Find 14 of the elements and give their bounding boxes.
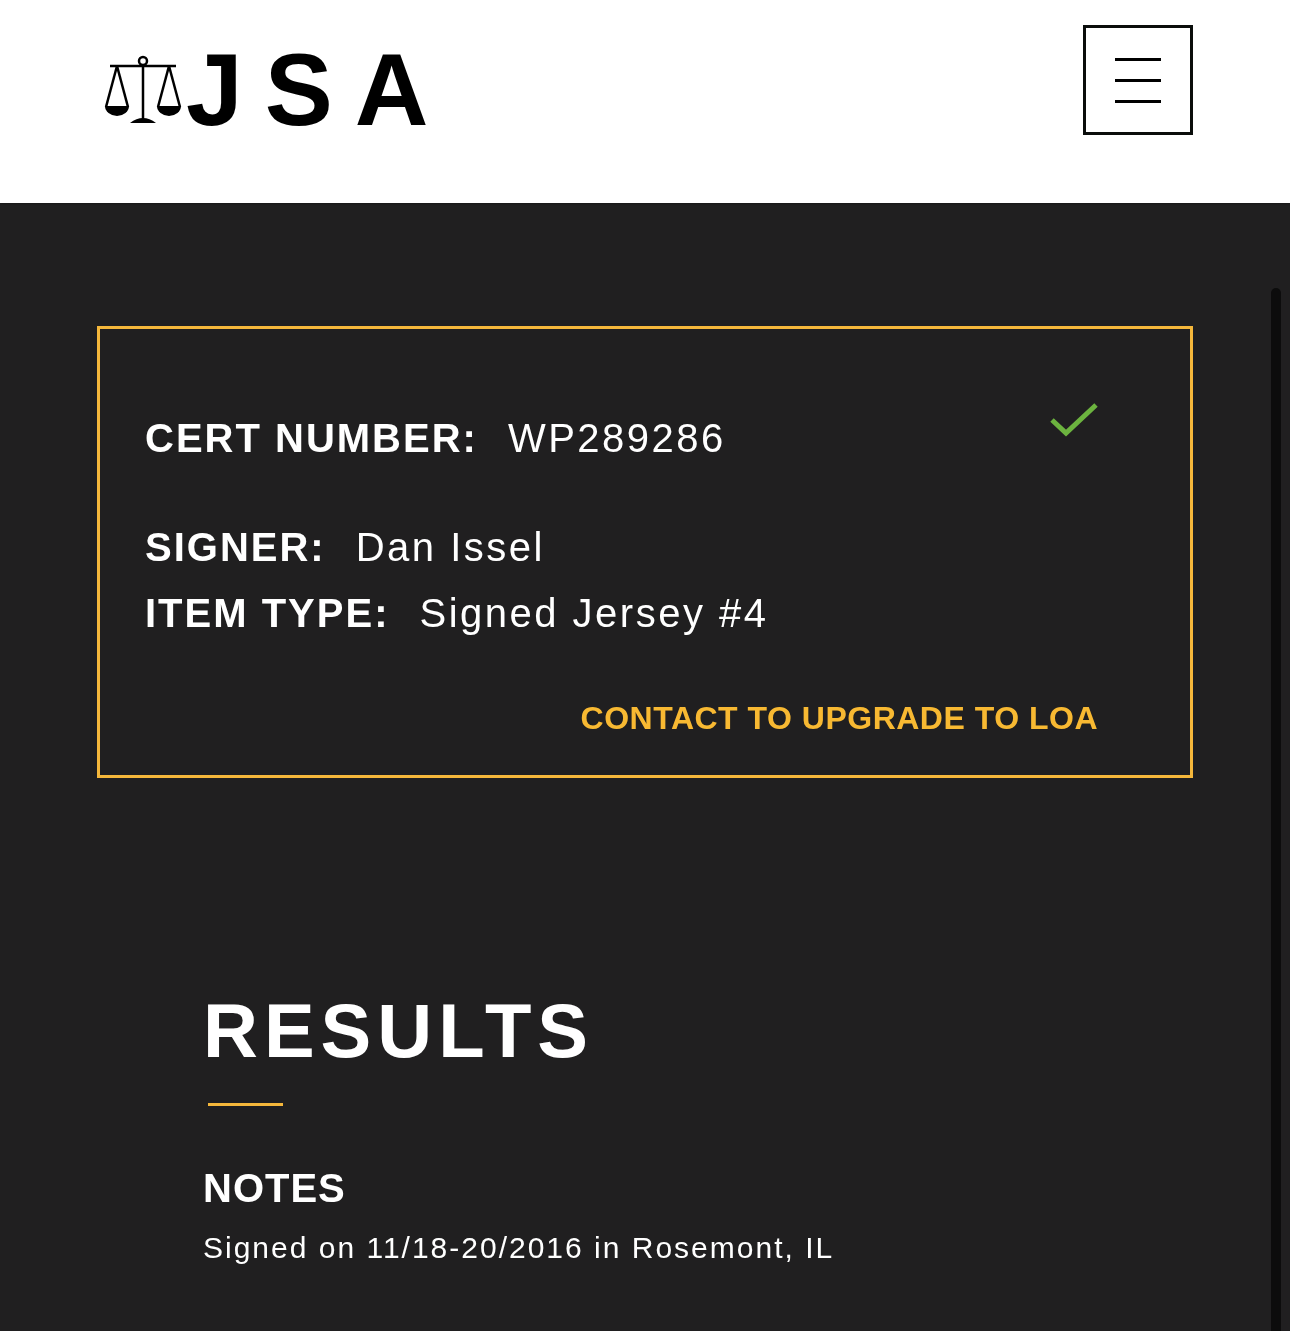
scales-icon <box>104 55 182 125</box>
field-label: ITEM TYPE: <box>145 590 390 637</box>
field-value: Dan Issel <box>355 524 545 571</box>
field-label: CERT NUMBER: <box>145 415 478 462</box>
notes-text: Signed on 11/18-20/2016 in Rosemont, IL <box>203 1230 835 1266</box>
logo-link[interactable]: JSA <box>104 39 451 141</box>
menu-button[interactable] <box>1083 25 1193 135</box>
field-value: WP289286 <box>507 415 726 462</box>
field-label: SIGNER: <box>145 524 326 571</box>
field-value: Signed Jersey #4 <box>419 590 769 637</box>
results-heading: RESULTS <box>203 993 595 1069</box>
notes-heading: NOTES <box>203 1168 346 1208</box>
upgrade-link[interactable]: CONTACT TO UPGRADE TO LOA <box>580 697 1098 739</box>
menu-icon <box>1115 57 1161 103</box>
